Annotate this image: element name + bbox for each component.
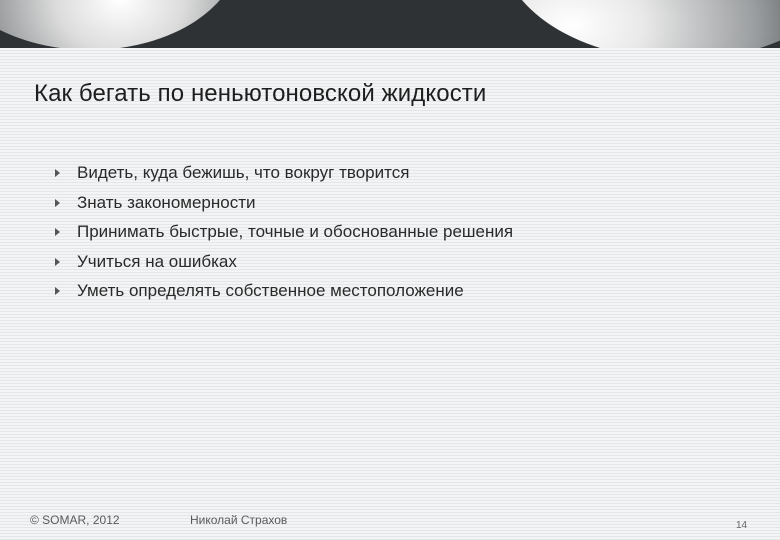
triangle-bullet-icon xyxy=(55,257,60,266)
banner-light-right xyxy=(500,0,780,48)
footer-author: Николай Страхов xyxy=(190,513,288,527)
bullet-text: Уметь определять собственное местоположе… xyxy=(77,281,464,300)
triangle-bullet-icon xyxy=(55,169,60,177)
slide-title: Как бегать по неньютоновской жидкости xyxy=(34,80,487,107)
triangle-bullet-icon xyxy=(55,198,60,207)
banner-light-left xyxy=(0,0,240,48)
bullet-text: Знать закономерности xyxy=(77,192,256,212)
bullet-text: Принимать быстрые, точные и обоснованные… xyxy=(77,222,514,241)
page-number: 14 xyxy=(736,520,748,531)
triangle-bullet-icon xyxy=(55,228,60,236)
triangle-bullet-icon xyxy=(55,287,60,295)
footer-copyright: © SOMAR, 2012 xyxy=(30,513,120,527)
header-banner xyxy=(0,0,780,48)
bullet-text: Учиться на ошибках xyxy=(77,251,237,271)
bullet-text: Видеть, куда бежишь, что вокруг творится xyxy=(77,163,410,182)
